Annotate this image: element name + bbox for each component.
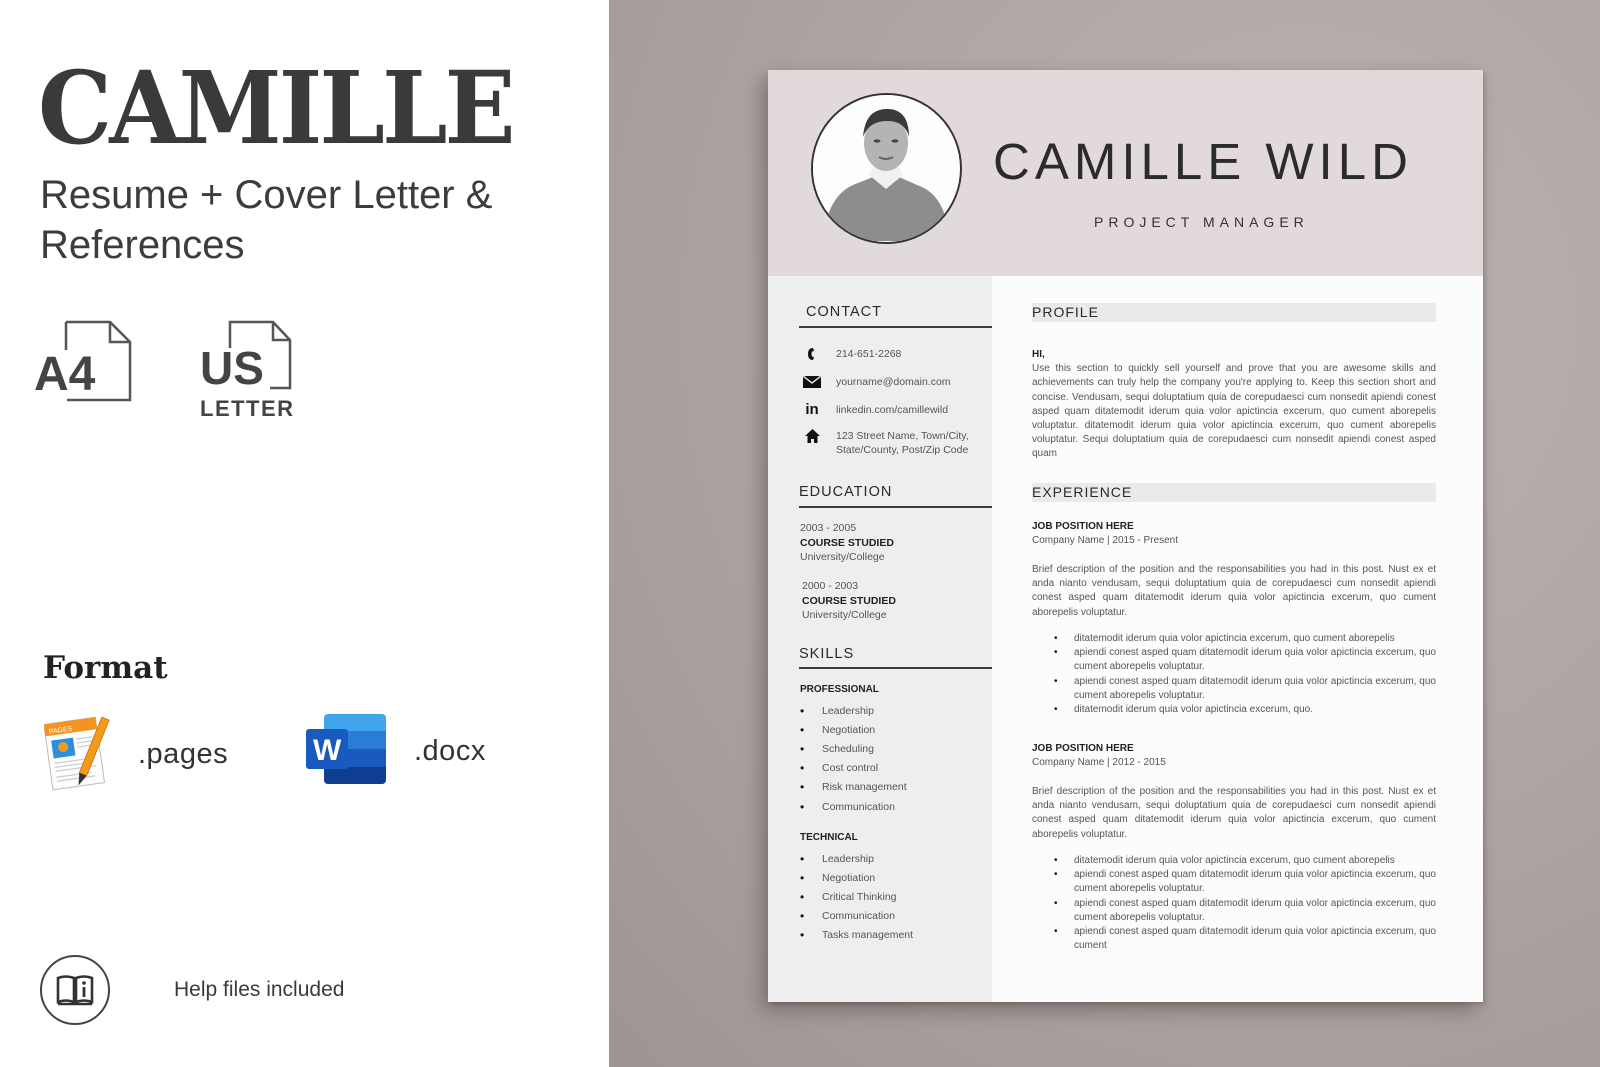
a4-document-icon: A4 bbox=[34, 320, 134, 404]
template-subtitle: Resume + Cover Letter & References bbox=[40, 170, 600, 270]
profile-body: Use this section to quickly sell yoursel… bbox=[1032, 363, 1436, 460]
job-title: JOB POSITION HERE bbox=[1032, 521, 1134, 532]
skill-item: Communication bbox=[800, 797, 907, 816]
contact-address: 123 Street Name, Town/City, State/County… bbox=[802, 429, 969, 457]
book-info-icon bbox=[40, 955, 110, 1025]
promo-panel: CAMILLE Resume + Cover Letter & Referenc… bbox=[0, 0, 609, 1067]
job-company: Company Name | 2015 - Present bbox=[1032, 535, 1179, 546]
skills-rule bbox=[799, 667, 992, 669]
resume-preview: CAMILLE WILD PROJECT MANAGER CONTACT 214… bbox=[768, 70, 1483, 1002]
contact-email-text: yourname@domain.com bbox=[836, 376, 951, 388]
technical-skills-list: Leadership Negotiation Critical Thinking… bbox=[800, 849, 913, 945]
linkedin-icon: in bbox=[805, 401, 819, 418]
education-years: 2003 - 2005 bbox=[800, 522, 857, 534]
us-letter-document-icon: US LETTER bbox=[200, 320, 300, 420]
education-school: University/College bbox=[802, 609, 887, 621]
education-school: University/College bbox=[800, 551, 885, 563]
job-company: Company Name | 2012 - 2015 bbox=[1032, 757, 1166, 768]
skills-group-title: PROFESSIONAL bbox=[800, 684, 879, 695]
experience-heading: EXPERIENCE bbox=[1032, 483, 1436, 502]
profile-photo bbox=[811, 93, 962, 244]
subtitle-line-1: Resume + Cover Letter & bbox=[40, 173, 493, 217]
skill-item: Scheduling bbox=[800, 739, 907, 758]
contact-phone-text: 214-651-2268 bbox=[836, 348, 902, 360]
contact-linkedin-text: linkedin.com/camillewild bbox=[836, 404, 949, 416]
job-bullet: apiendi conest asped quam ditatemodit id… bbox=[1054, 675, 1436, 703]
pages-format-label: .pages bbox=[138, 738, 229, 770]
job-bullet: ditatemodit iderum quia volor apictincia… bbox=[1054, 703, 1436, 717]
job-bullet: apiendi conest asped quam ditatemodit id… bbox=[1054, 868, 1436, 896]
skill-item: Leadership bbox=[800, 849, 913, 868]
word-app-icon: W bbox=[306, 712, 388, 791]
skills-group-title: TECHNICAL bbox=[800, 832, 858, 843]
job-bullets: ditatemodit iderum quia volor apictincia… bbox=[1054, 854, 1436, 953]
profile-text: HI, Use this section to quickly sell you… bbox=[1032, 348, 1436, 462]
docx-format-label: .docx bbox=[414, 735, 486, 767]
contact-heading: CONTACT bbox=[806, 304, 883, 320]
education-heading: EDUCATION bbox=[799, 484, 893, 500]
job-bullet: apiendi conest asped quam ditatemodit id… bbox=[1054, 646, 1436, 674]
contact-email: yourname@domain.com bbox=[802, 375, 951, 389]
contact-linkedin: in linkedin.com/camillewild bbox=[802, 401, 949, 418]
job-bullets: ditatemodit iderum quia volor apictincia… bbox=[1054, 632, 1436, 717]
resume-sidebar: CONTACT 214-651-2268 yourname@domain.com… bbox=[768, 276, 992, 1002]
education-rule bbox=[799, 506, 992, 508]
education-course: COURSE STUDIED bbox=[800, 536, 894, 549]
envelope-icon bbox=[802, 375, 822, 389]
template-title: CAMILLE bbox=[38, 49, 516, 167]
format-pages: PAGES .pages bbox=[43, 712, 229, 797]
profile-greeting: HI, bbox=[1032, 349, 1045, 360]
job-description: Brief description of the position and th… bbox=[1032, 786, 1436, 840]
skill-item: Communication bbox=[800, 907, 913, 926]
skill-item: Negotiation bbox=[800, 720, 907, 739]
skill-item: Critical Thinking bbox=[800, 887, 913, 906]
a4-label: A4 bbox=[34, 348, 96, 401]
skill-item: Risk management bbox=[800, 778, 907, 797]
job-bullet: ditatemodit iderum quia volor apictincia… bbox=[1054, 632, 1436, 646]
education-item: 2000 - 2003 COURSE STUDIED University/Co… bbox=[802, 579, 896, 623]
job-title: JOB POSITION HERE bbox=[1032, 743, 1134, 754]
us-label: US bbox=[200, 342, 264, 394]
contact-phone: 214-651-2268 bbox=[802, 347, 901, 361]
resume-job-title: PROJECT MANAGER bbox=[1094, 214, 1309, 230]
subtitle-line-2: References bbox=[40, 223, 245, 267]
format-docx: W .docx bbox=[306, 712, 486, 791]
job-bullet: apiendi conest asped quam ditatemodit id… bbox=[1054, 897, 1436, 925]
education-course: COURSE STUDIED bbox=[802, 594, 896, 607]
skill-item: Negotiation bbox=[800, 868, 913, 887]
job-bullet: apiendi conest asped quam ditatemodit id… bbox=[1054, 925, 1436, 953]
format-heading: Format bbox=[43, 650, 168, 686]
pages-app-icon: PAGES bbox=[43, 712, 112, 797]
contact-rule bbox=[799, 326, 992, 328]
skill-item: Tasks management bbox=[800, 926, 913, 945]
letter-label: LETTER bbox=[200, 396, 295, 420]
skill-item: Leadership bbox=[800, 701, 907, 720]
contact-address-text: 123 Street Name, Town/City, State/County… bbox=[836, 430, 969, 456]
profile-heading: PROFILE bbox=[1032, 303, 1436, 322]
education-years: 2000 - 2003 bbox=[802, 580, 859, 592]
professional-skills-list: Leadership Negotiation Scheduling Cost c… bbox=[800, 701, 907, 816]
svg-text:W: W bbox=[313, 734, 342, 767]
resume-name: CAMILLE WILD bbox=[993, 133, 1413, 190]
education-item: 2003 - 2005 COURSE STUDIED University/Co… bbox=[800, 521, 894, 565]
help-files-note: Help files included bbox=[40, 955, 344, 1025]
job-bullet: ditatemodit iderum quia volor apictincia… bbox=[1054, 854, 1436, 868]
resume-header: CAMILLE WILD PROJECT MANAGER bbox=[768, 70, 1483, 276]
phone-icon bbox=[802, 347, 822, 361]
home-icon bbox=[802, 429, 822, 443]
skills-heading: SKILLS bbox=[799, 646, 855, 662]
job-description: Brief description of the position and th… bbox=[1032, 564, 1436, 618]
skill-item: Cost control bbox=[800, 759, 907, 778]
help-label: Help files included bbox=[174, 978, 345, 1001]
resume-main: PROFILE HI, Use this section to quickly … bbox=[992, 276, 1483, 1002]
